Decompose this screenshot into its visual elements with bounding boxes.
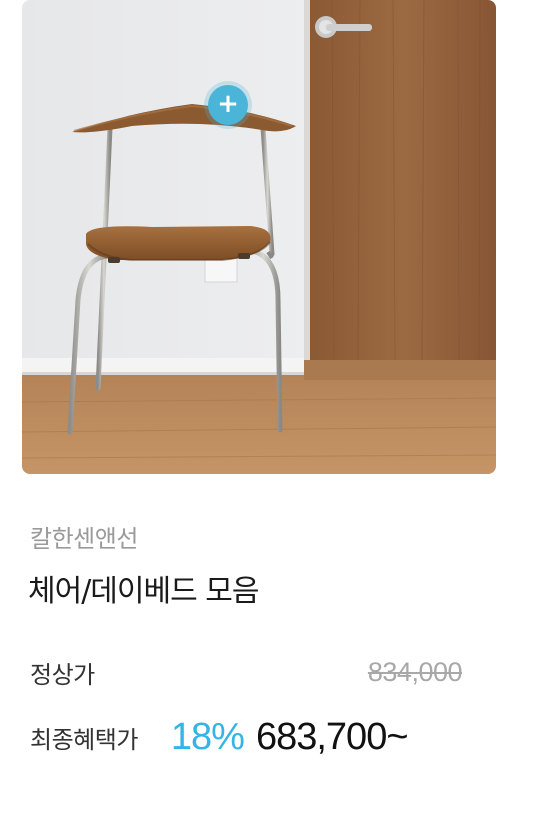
add-hotspot-button[interactable]: +: [208, 85, 248, 125]
product-title[interactable]: 체어/데이베드 모음: [28, 566, 259, 610]
chair-photo: [22, 0, 496, 474]
product-card[interactable]: + 칼한센앤선 체어/데이베드 모음 정상가 834,000 최종혜택가 18%…: [0, 0, 540, 839]
normal-price-row: 정상가 834,000: [30, 652, 463, 692]
final-price-label: 최종혜택가: [30, 725, 138, 754]
normal-price: 834,000: [367, 656, 463, 687]
plus-icon: +: [217, 89, 239, 119]
normal-price-label: 정상가: [30, 660, 95, 689]
final-price-row: 최종혜택가 18% 683,700~: [30, 712, 462, 762]
final-price: 683,700~: [255, 715, 409, 758]
product-image[interactable]: +: [22, 0, 496, 474]
discount-rate: 18%: [170, 715, 245, 758]
brand-name: 칼한센앤선: [30, 525, 138, 553]
